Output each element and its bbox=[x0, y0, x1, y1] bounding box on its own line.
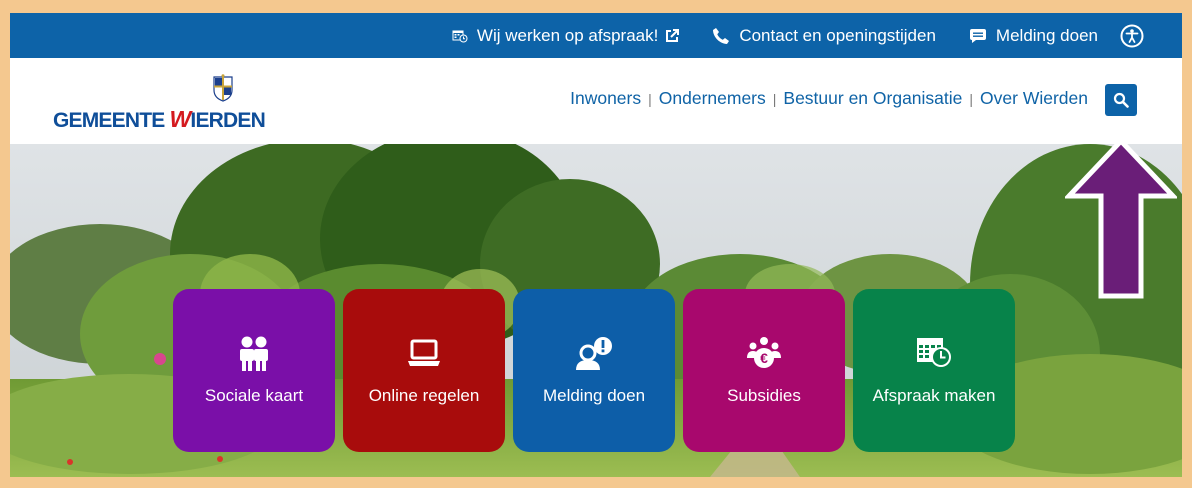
appointment-label: Wij werken op afspraak! bbox=[476, 25, 659, 45]
chat-icon bbox=[969, 28, 986, 43]
contact-label: Contact en openingstijden bbox=[739, 25, 936, 45]
tile-online-regelen[interactable]: Online regelen bbox=[343, 289, 505, 452]
tile-label: Subsidies bbox=[727, 386, 801, 405]
site-header: GEMEENTE WIERDEN Inwoners | Ondernemers … bbox=[10, 58, 1182, 144]
quick-links: Sociale kaart Online regelen Melding doe… bbox=[173, 289, 1023, 452]
page-frame: Wij werken op afspraak! Contact en openi… bbox=[10, 13, 1182, 477]
tile-sociale-kaart[interactable]: Sociale kaart bbox=[173, 289, 335, 452]
logo-text: GEMEENTE WIERDEN bbox=[53, 106, 266, 132]
utility-bar: Wij werken op afspraak! Contact en openi… bbox=[10, 13, 1182, 58]
tile-label: Afspraak maken bbox=[872, 386, 996, 405]
site-logo[interactable]: GEMEENTE WIERDEN bbox=[53, 74, 293, 132]
main-navigation: Inwoners | Ondernemers | Bestuur en Orga… bbox=[570, 88, 1088, 109]
phone-icon bbox=[713, 27, 730, 44]
accessibility-button[interactable] bbox=[1120, 24, 1144, 48]
tile-afspraak-maken[interactable]: Afspraak maken bbox=[853, 289, 1015, 452]
laptop-icon bbox=[408, 339, 440, 366]
accessibility-icon bbox=[1120, 24, 1144, 47]
appointment-link[interactable]: Wij werken op afspraak! bbox=[452, 25, 680, 46]
people-icon bbox=[240, 336, 268, 371]
nav-item-ondernemers[interactable]: Ondernemers bbox=[659, 88, 766, 109]
report-link[interactable]: Melding doen bbox=[969, 26, 1098, 46]
contact-link[interactable]: Contact en openingstijden bbox=[712, 26, 936, 46]
arrow-up-icon bbox=[1065, 138, 1177, 299]
svg-text:€: € bbox=[760, 350, 768, 366]
tile-subsidies[interactable]: € Subsidies bbox=[683, 289, 845, 452]
nav-item-bestuur[interactable]: Bestuur en Organisatie bbox=[783, 88, 962, 109]
tile-label: Online regelen bbox=[368, 386, 480, 405]
calendar-clock-icon bbox=[917, 338, 951, 367]
group-euro-icon: € bbox=[747, 337, 781, 368]
report-label: Melding doen bbox=[995, 25, 1098, 45]
crest-icon bbox=[213, 74, 233, 102]
nav-separator: | bbox=[648, 90, 652, 107]
tile-label: Melding doen bbox=[542, 386, 646, 405]
nav-separator: | bbox=[969, 90, 974, 107]
nav-item-over-wierden[interactable]: Over Wierden bbox=[980, 88, 1088, 109]
hero-banner: Sociale kaart Online regelen Melding doe… bbox=[10, 144, 1182, 477]
nav-item-inwoners[interactable]: Inwoners bbox=[570, 88, 641, 109]
tile-melding-doen[interactable]: Melding doen bbox=[513, 289, 675, 452]
external-link-icon bbox=[666, 28, 680, 42]
nav-separator: | bbox=[772, 90, 777, 107]
tile-label: Sociale kaart bbox=[204, 386, 304, 405]
search-button[interactable] bbox=[1105, 84, 1137, 116]
calendar-icon bbox=[452, 30, 468, 42]
search-icon bbox=[1113, 92, 1129, 108]
person-alert-icon bbox=[576, 337, 612, 370]
